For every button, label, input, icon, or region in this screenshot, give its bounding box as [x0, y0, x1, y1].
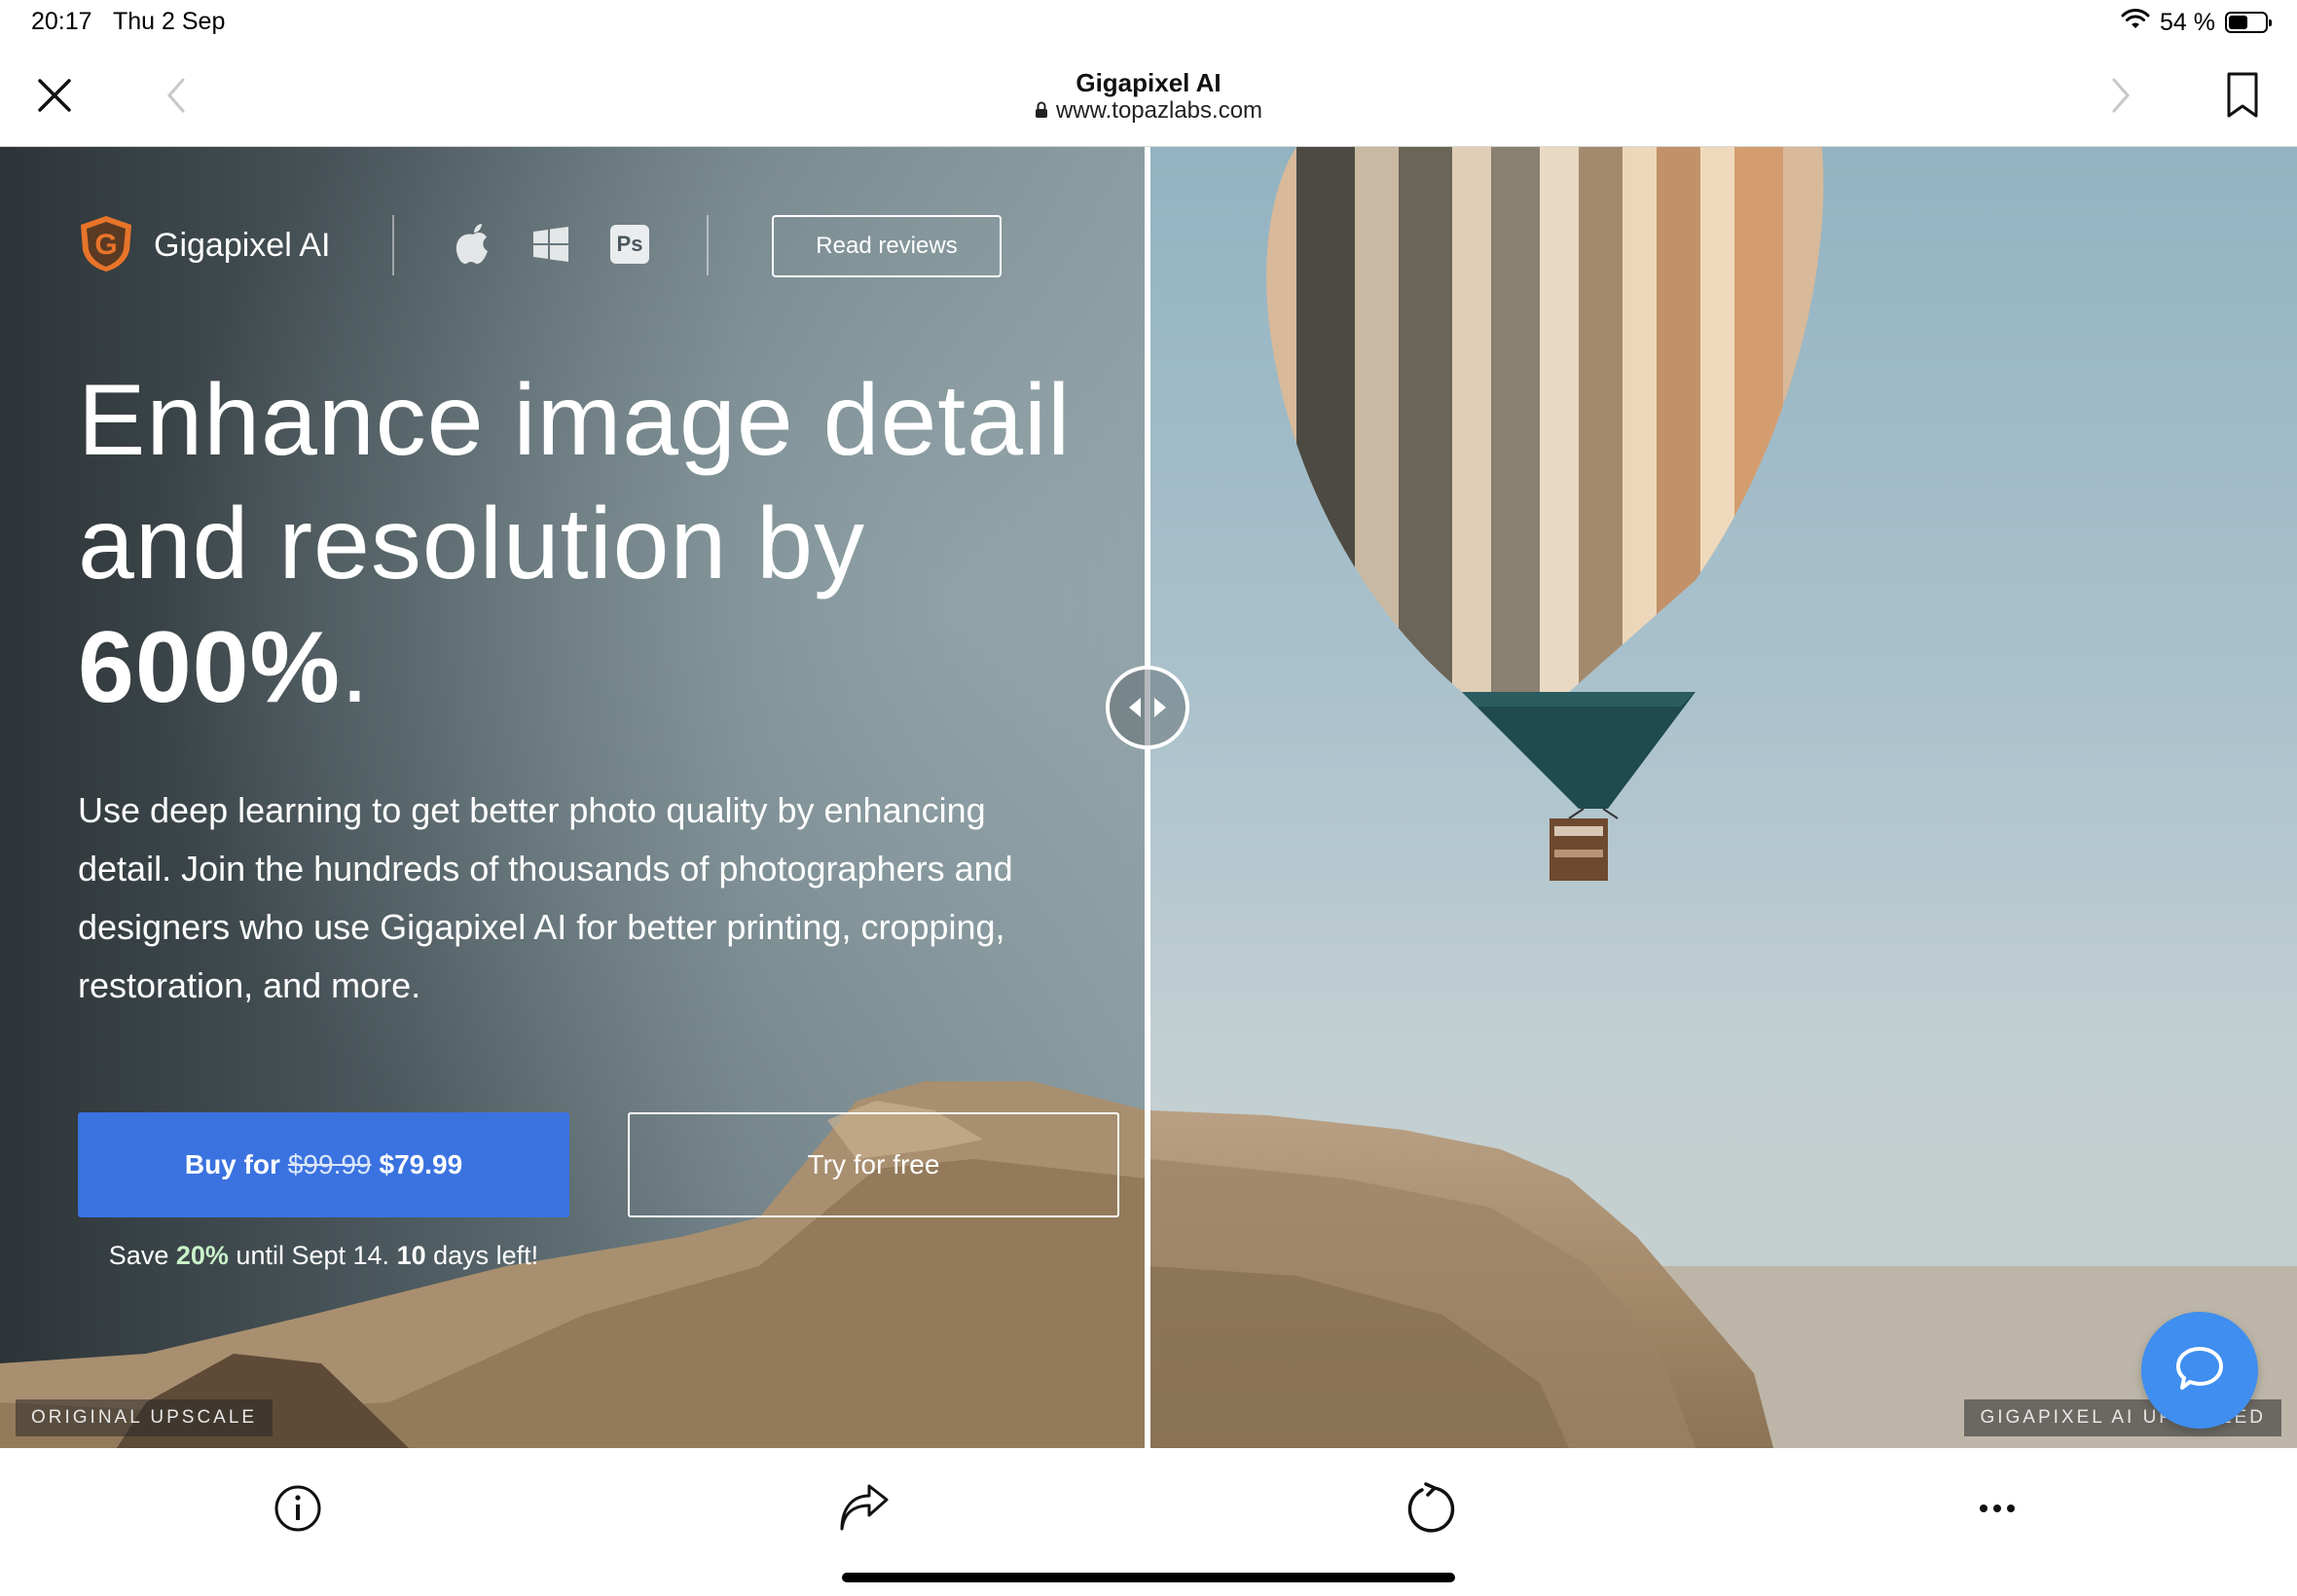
- wifi-icon: [2121, 8, 2150, 38]
- battery-percent: 54 %: [2160, 8, 2215, 36]
- hero-description: Use deep learning to get better photo qu…: [78, 790, 1013, 1005]
- lock-icon: [1035, 98, 1048, 126]
- browser-top-bar: Gigapixel AI www.topazlabs.com: [0, 49, 2297, 147]
- try-free-button[interactable]: Try for free: [628, 1112, 1119, 1217]
- bookmark-icon[interactable]: [2217, 68, 2268, 123]
- headline-highlight: 600%: [78, 611, 341, 724]
- url-display[interactable]: www.topazlabs.com: [0, 97, 2297, 126]
- original-image-pane: G Gigapixel AI Ps Read reviews Enhance i…: [0, 147, 1147, 1448]
- more-icon[interactable]: [1968, 1479, 2026, 1538]
- headline-line-1: Enhance image detail: [78, 364, 1072, 477]
- headline-line-3: 600%.: [78, 611, 370, 724]
- apple-icon: [452, 221, 494, 268]
- upscaled-image: GIGAPIXEL AI UPSCALED: [1150, 147, 2297, 1448]
- reload-icon[interactable]: [1402, 1479, 1460, 1538]
- url-text: www.topazlabs.com: [1055, 97, 1263, 124]
- chat-button[interactable]: [2141, 1312, 2258, 1429]
- info-icon[interactable]: [269, 1479, 327, 1538]
- share-icon[interactable]: [835, 1479, 893, 1538]
- svg-text:G: G: [94, 229, 117, 261]
- page-title: Gigapixel AI: [1076, 68, 1221, 97]
- brand-name: Gigapixel AI: [154, 227, 331, 264]
- chat-bubble-icon: [2172, 1341, 2227, 1400]
- arrow-left-icon: [1129, 698, 1141, 717]
- sale-notice: Save 20% until Sept 14. 10 days left!: [108, 1241, 539, 1270]
- original-label: ORIGINAL UPSCALE: [16, 1399, 273, 1436]
- divider: [707, 215, 709, 275]
- status-time: 20:17: [31, 8, 92, 35]
- chevron-right-icon[interactable]: [2102, 70, 2141, 121]
- status-right: 54 %: [2121, 8, 2272, 38]
- windows-icon: [531, 225, 570, 264]
- topaz-logo-icon: G: [76, 213, 136, 278]
- new-price: $79.99: [379, 1149, 463, 1179]
- brand-logo[interactable]: G Gigapixel AI: [76, 213, 330, 278]
- status-date: Thu 2 Sep: [113, 8, 226, 35]
- status-bar: 20:17 Thu 2 Sep 54 %: [0, 0, 2297, 49]
- old-price: $99.99: [287, 1149, 372, 1179]
- hero-headline: Enhance image detail and resolution by 6…: [78, 359, 1110, 730]
- battery-icon: [2225, 12, 2272, 33]
- arrow-right-icon: [1154, 698, 1166, 717]
- comparison-slider-handle[interactable]: [1106, 666, 1189, 749]
- home-indicator[interactable]: [842, 1573, 1455, 1582]
- buy-button[interactable]: Buy for $99.99 $79.99: [78, 1112, 569, 1217]
- web-page: GIGAPIXEL AI UPSCALED G Gigapixel AI Ps …: [0, 147, 2297, 1448]
- balloon-landscape-image: [1150, 147, 2297, 1448]
- read-reviews-button[interactable]: Read reviews: [772, 215, 1002, 277]
- headline-line-2: and resolution by: [78, 488, 866, 600]
- comparison-divider[interactable]: [1145, 147, 1150, 1448]
- divider: [392, 215, 394, 275]
- photoshop-icon: Ps: [610, 225, 649, 264]
